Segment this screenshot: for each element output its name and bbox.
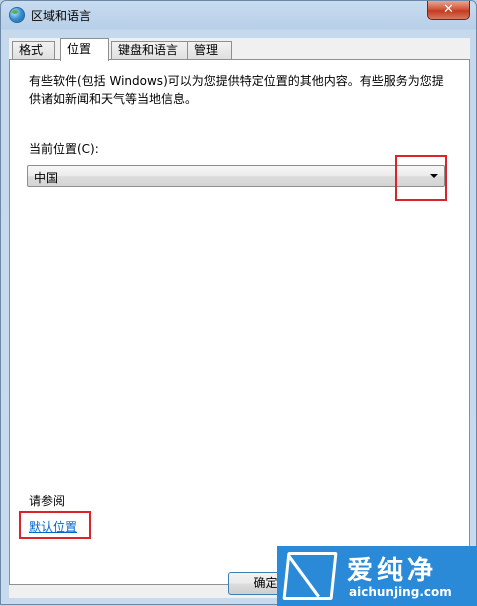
watermark-logo-icon <box>282 552 338 600</box>
tab-format[interactable]: 格式 <box>12 41 55 60</box>
window-title: 区域和语言 <box>31 9 92 23</box>
watermark: 爱纯净 aichunjing.com <box>277 546 477 606</box>
watermark-url: aichunjing.com <box>349 585 452 599</box>
watermark-title: 爱纯净 <box>347 556 438 586</box>
current-location-value: 中国 <box>34 171 59 185</box>
tab-administrative[interactable]: 管理 <box>187 41 232 60</box>
link-highlight-box <box>19 511 91 539</box>
dropdown-highlight-box <box>395 155 447 201</box>
globe-icon <box>9 7 25 23</box>
title-bar[interactable]: 区域和语言 ✕ <box>1 1 476 29</box>
current-location-label: 当前位置(C): <box>29 142 99 156</box>
tab-strip: 格式 位置 键盘和语言 管理 <box>9 38 470 61</box>
current-location-select[interactable]: 中国 <box>27 165 445 187</box>
see-also-heading: 请参阅 <box>29 494 66 508</box>
location-panel: 有些软件(包括 Windows)可以为您提供特定位置的其他内容。有些服务为您提供… <box>9 59 470 585</box>
location-description: 有些软件(包括 Windows)可以为您提供特定位置的其他内容。有些服务为您提供… <box>29 74 444 106</box>
region-language-dialog: 区域和语言 ✕ 格式 位置 键盘和语言 管理 有些软件(包括 Windows)可… <box>0 0 477 606</box>
close-button[interactable]: ✕ <box>427 1 470 20</box>
tab-location[interactable]: 位置 <box>60 38 109 61</box>
tab-keyboard-language[interactable]: 键盘和语言 <box>111 41 189 60</box>
